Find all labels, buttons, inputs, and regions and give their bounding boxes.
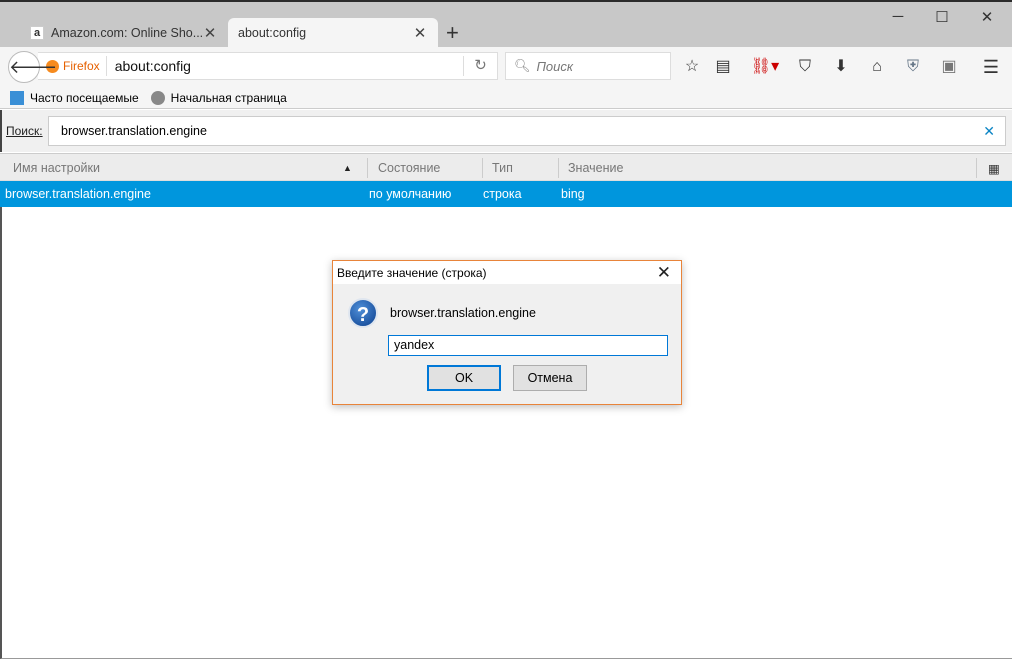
most-visited-icon [10,90,24,105]
bookmarks-toolbar: Часто посещаемые Начальная страница [0,87,1012,109]
pref-status: по умолчанию [369,187,452,201]
filter-input[interactable]: browser.translation.engine ✕ [48,116,1006,146]
reload-icon[interactable]: ↻ [463,56,497,76]
column-value[interactable]: Значение [568,161,623,175]
maximize-button[interactable]: ☐ [932,8,952,26]
globe-icon [150,90,165,105]
url-bar[interactable]: Firefox about:config ↻ [38,52,498,80]
dialog-title-bar: Введите значение (строка) [333,261,681,284]
clear-filter-icon[interactable]: ✕ [983,123,995,140]
edit-value-dialog: Введите значение (строка) ✕ ? browser.tr… [332,260,682,405]
home-icon[interactable]: ⌂ [866,56,888,78]
bookmarks-list-icon[interactable]: ▤ [712,56,734,78]
shield-icon[interactable]: ⛨ [902,56,924,78]
search-icon: 🔍︎ [514,58,531,73]
identity-label: Firefox [63,59,100,73]
search-placeholder: Поиск [536,58,574,74]
table-row[interactable]: browser.translation.engine по умолчанию … [0,181,1012,207]
bookmark-star-icon[interactable]: ☆ [681,56,703,78]
bookmark-start-page[interactable]: Начальная страница [150,90,287,105]
close-tab-icon[interactable]: ✕ [412,24,428,42]
pref-name: browser.translation.engine [5,187,151,201]
value-input[interactable]: yandex [388,335,668,356]
pref-type: строка [483,187,522,201]
url-input[interactable]: about:config [107,58,463,74]
bookmark-label: Начальная страница [170,90,287,105]
dialog-close-icon[interactable]: ✕ [657,263,671,283]
tab-amazon[interactable]: a Amazon.com: Online Sho... ✕ [20,18,228,47]
bookmark-label: Часто посещаемые [30,90,139,105]
bookmark-most-visited[interactable]: Часто посещаемые [10,90,139,105]
dialog-message: browser.translation.engine [390,306,536,320]
close-tab-icon[interactable]: ✕ [202,24,218,42]
cancel-button[interactable]: Отмена [513,365,587,391]
dialog-title: Введите значение (строка) [337,265,487,280]
search-input[interactable]: 🔍︎ Поиск [505,52,671,80]
tab-label: about:config [238,25,307,40]
sort-ascending-icon: ▲ [343,163,352,173]
column-name[interactable]: Имя настройки [13,161,100,175]
column-header: Имя настройки ▲ Состояние Тип Значение ▦ [0,153,1012,181]
column-status[interactable]: Состояние [378,161,440,175]
menu-icon[interactable]: ☰ [980,56,1002,78]
minimize-button[interactable]: ─ [888,8,908,25]
ok-button[interactable]: OK [427,365,501,391]
column-type[interactable]: Тип [492,161,513,175]
filter-value: browser.translation.engine [61,124,207,138]
download-icon[interactable]: ⬇ [830,56,852,78]
back-button[interactable]: 🡐 [8,51,57,83]
link-extension-icon[interactable]: ⛓▾ [750,56,780,78]
extension-icon[interactable]: ▣ [938,56,960,78]
new-tab-button[interactable]: + [446,20,459,46]
close-window-button[interactable]: ✕ [977,8,997,26]
column-picker-icon[interactable]: ▦ [988,161,1000,176]
amazon-favicon-icon: a [30,25,44,40]
pocket-icon[interactable]: ⛉ [794,56,816,78]
tab-label: Amazon.com: Online Sho... [51,25,202,40]
filter-label: Поиск: [6,124,43,138]
pref-value: bing [561,187,585,201]
question-icon: ? [348,298,378,328]
tab-about-config[interactable]: about:config ✕ [228,18,438,47]
